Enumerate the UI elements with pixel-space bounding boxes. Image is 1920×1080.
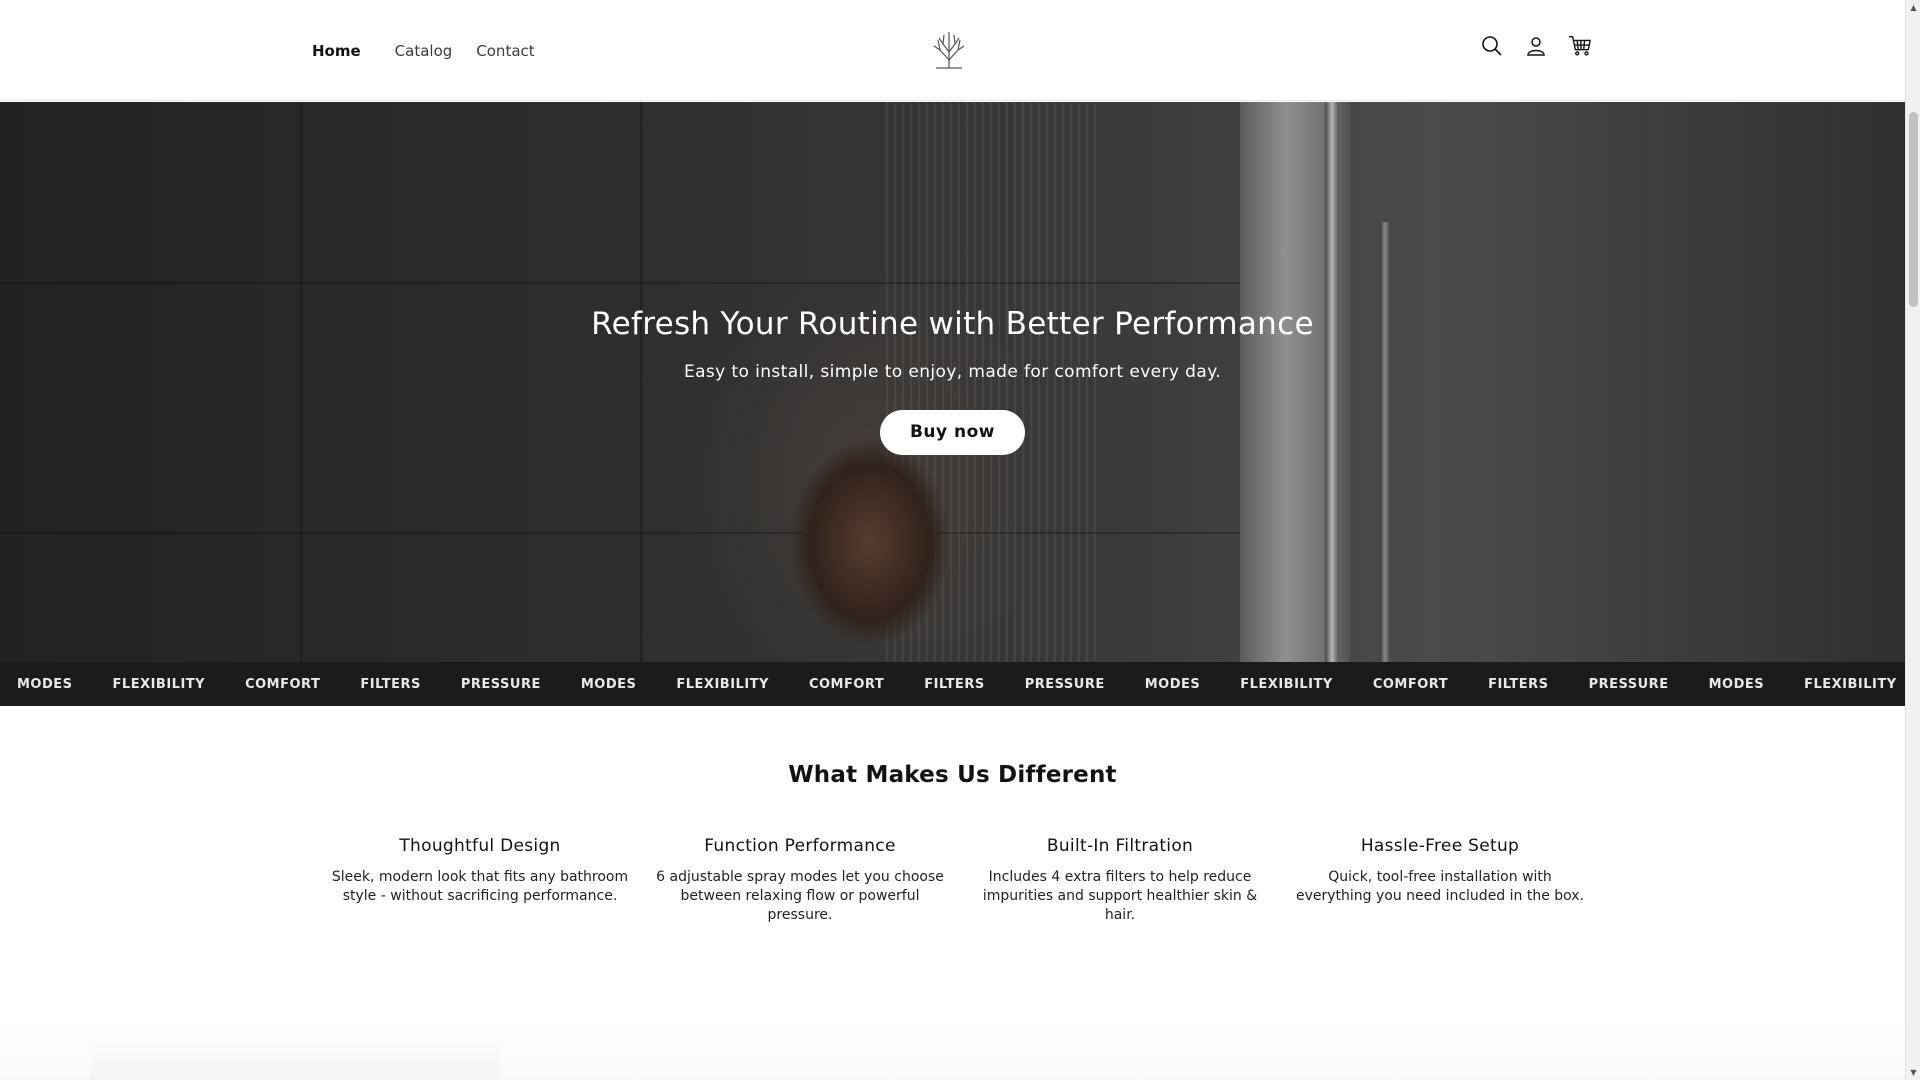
hero-subtitle: Easy to install, simple to enjoy, made f…	[683, 361, 1222, 382]
feature-text: Quick, tool-free installation with every…	[1295, 869, 1585, 904]
scrollbar-thumb[interactable]	[1909, 112, 1918, 307]
marquee-item: PRESSURE	[460, 676, 541, 692]
feature-card: Thoughtful Design Sleek, modern look tha…	[320, 836, 640, 925]
feature-card: Built-In Filtration Includes 4 extra fil…	[960, 836, 1280, 925]
marquee-item: COMFORT	[1372, 676, 1449, 692]
feature-text: Includes 4 extra filters to help reduce …	[982, 869, 1258, 923]
section-title: What Makes Us Different	[788, 762, 1117, 788]
marquee-item: MODES	[1708, 676, 1765, 692]
feature-card: Function Performance 6 adjustable spray …	[640, 836, 960, 925]
marquee-item: FILTERS	[924, 676, 985, 692]
search-icon[interactable]	[1480, 34, 1504, 58]
feature-heading: Built-In Filtration	[1046, 836, 1194, 856]
marquee-item: FLEXIBILITY	[112, 676, 206, 692]
nav-contact-link[interactable]: Contact	[476, 42, 534, 60]
hero-content: Refresh Your Routine with Better Perform…	[0, 102, 1905, 662]
page-scrollbar[interactable]: ▲ ▼	[1905, 0, 1920, 1080]
buy-now-button[interactable]: Buy now	[879, 409, 1026, 455]
marquee-item: MODES	[1144, 676, 1201, 692]
header-icons	[1480, 34, 1592, 58]
marquee-item: FLEXIBILITY	[676, 676, 769, 692]
marquee-item: PRESSURE	[1588, 676, 1669, 692]
scroll-up-arrow-icon[interactable]: ▲	[1906, 0, 1920, 15]
hero-title: Refresh Your Routine with Better Perform…	[591, 305, 1314, 342]
feature-text: 6 adjustable spray modes let you choose …	[656, 869, 944, 923]
nav-home-link[interactable]: Home	[312, 42, 361, 60]
marquee-item: FILTERS	[360, 676, 421, 692]
nav-catalog-link[interactable]: Catalog	[395, 42, 453, 60]
scroll-down-arrow-icon[interactable]: ▼	[1906, 1065, 1920, 1080]
next-section-preview	[0, 1020, 1905, 1080]
marquee-item: FLEXIBILITY	[1804, 676, 1897, 692]
marquee-item: PRESSURE	[1024, 676, 1105, 692]
feature-card: Hassle-Free Setup Quick, tool-free insta…	[1280, 836, 1600, 925]
marquee-track: MODES FLEXIBILITY COMFORT FILTERS PRESSURE MO…	[17, 662, 1905, 706]
features-grid: Thoughtful Design Sleek, modern look tha…	[320, 836, 1600, 925]
marquee-item: MODES	[580, 676, 637, 692]
feature-heading: Hassle-Free Setup	[1360, 836, 1520, 856]
next-section-image	[90, 1020, 500, 1080]
site-header: Home Catalog Contact	[0, 0, 1905, 101]
account-icon[interactable]	[1524, 34, 1548, 58]
marquee-item: FILTERS	[1488, 676, 1549, 692]
marquee-item: FLEXIBILITY	[1240, 676, 1333, 692]
marquee-item: COMFORT	[808, 676, 885, 692]
cart-icon[interactable]	[1568, 34, 1592, 58]
hero-banner: Refresh Your Routine with Better Perform…	[0, 102, 1905, 662]
page: Home Catalog Contact Refresh Your Routin…	[0, 0, 1905, 1080]
main-nav: Home Catalog Contact	[312, 0, 559, 101]
marquee-item: MODES	[17, 676, 73, 692]
coral-logo-icon[interactable]	[930, 30, 968, 70]
feature-heading: Thoughtful Design	[399, 836, 561, 856]
feature-marquee: MODES FLEXIBILITY COMFORT FILTERS PRESSURE MO…	[0, 662, 1905, 706]
feature-heading: Function Performance	[704, 836, 896, 856]
marquee-item: COMFORT	[245, 676, 321, 692]
feature-text: Sleek, modern look that fits any bathroo…	[331, 869, 629, 904]
